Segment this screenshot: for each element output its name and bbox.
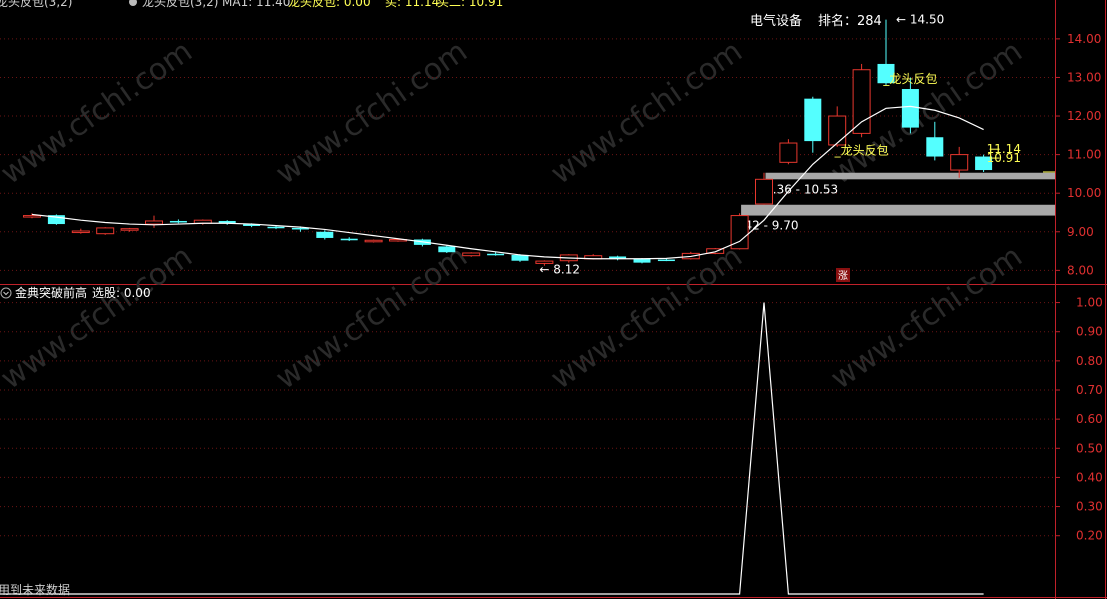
lower-panel-settings-icon[interactable] bbox=[0, 287, 12, 299]
high-price-annotation: ← 14.50 bbox=[896, 13, 944, 27]
price-tick-label: 14.00 bbox=[1067, 32, 1101, 46]
price-tick-label: 11.00 bbox=[1067, 148, 1101, 162]
signal-label: _龙头反包 bbox=[834, 144, 889, 158]
candle-body bbox=[96, 227, 115, 235]
lower-panel-title: 金典突破前高 bbox=[15, 285, 87, 300]
price-tick-label: 10.00 bbox=[1067, 186, 1101, 200]
signal-tick-label: 0.40 bbox=[1076, 470, 1103, 484]
price-tick-label: 8.00 bbox=[1067, 263, 1094, 277]
candle-body bbox=[23, 215, 41, 218]
header-signal-label: 龙头反包: 0.00 bbox=[288, 0, 371, 9]
candle-body bbox=[145, 220, 163, 225]
future-data-note: 用到未来数据 bbox=[0, 582, 70, 597]
support-band bbox=[741, 204, 1055, 216]
signal-tick-label: 1.00 bbox=[1076, 296, 1103, 310]
limit-up-badge-text: 涨 bbox=[838, 270, 848, 282]
header-indicator-name: 龙头反包(3,2) bbox=[142, 0, 218, 9]
watermark-text: www.cfchi.com bbox=[545, 34, 749, 192]
signal-label: _龙头反包 bbox=[882, 72, 937, 86]
candle-body bbox=[487, 253, 505, 256]
price-marker-label: 10.91 bbox=[987, 151, 1021, 165]
candle-body bbox=[438, 246, 456, 253]
signal-tick-label: 0.60 bbox=[1076, 412, 1103, 426]
signal-tick-label: 0.30 bbox=[1076, 500, 1103, 514]
header-sell-label: 买: 11.14 bbox=[385, 0, 439, 9]
header-indicator-title: 龙头反包(3,2) bbox=[0, 0, 72, 9]
header-buy-label: 买二: 10.91 bbox=[437, 0, 503, 9]
header-ma-label: MA1: 11.40 bbox=[222, 0, 290, 9]
lower-panel-select-label: 选股: 0.00 bbox=[92, 286, 151, 300]
candle-body bbox=[779, 142, 798, 163]
watermark-text: www.cfchi.com bbox=[0, 34, 199, 192]
candle-body bbox=[804, 98, 822, 142]
candle-body bbox=[950, 154, 969, 171]
candle-body bbox=[755, 178, 773, 205]
candle-body bbox=[364, 239, 383, 243]
signal-gridlines: 1.00 0.90 0.80 0.70 0.60 0.50 0.40 0.30 0.20 bbox=[0, 296, 1103, 543]
signal-tick-label: 0.20 bbox=[1076, 529, 1103, 543]
candle-body bbox=[828, 115, 847, 146]
signal-tick-label: 0.80 bbox=[1076, 354, 1103, 368]
candle-body bbox=[120, 228, 139, 231]
watermark-text: www.cfchi.com bbox=[270, 239, 474, 397]
support-bands: 10.36 - 10.539.42 - 9.70 bbox=[733, 171, 1055, 233]
candle-body bbox=[852, 69, 871, 134]
price-tick-label: 12.00 bbox=[1067, 109, 1101, 123]
candle-body bbox=[926, 137, 944, 157]
low-price-annotation: ← 8.12 bbox=[539, 263, 580, 277]
price-tick-label: 13.00 bbox=[1067, 70, 1101, 84]
support-band bbox=[765, 172, 1055, 180]
signal-tick-label: 0.70 bbox=[1076, 383, 1103, 397]
sector-name: 电气设备 bbox=[750, 13, 802, 29]
signal-tick-label: 0.90 bbox=[1076, 325, 1103, 339]
candle-body bbox=[267, 226, 285, 229]
candle-body bbox=[316, 231, 334, 238]
rank-label: 排名： bbox=[818, 13, 857, 29]
candle-body bbox=[657, 259, 675, 262]
price-tick-label: 9.00 bbox=[1067, 225, 1094, 239]
watermark-text: www.cfchi.com bbox=[270, 34, 474, 192]
chart-root: www.cfchi.com www.cfchi.com www.cfchi.com w… bbox=[0, 0, 1107, 599]
candle-body bbox=[462, 252, 481, 257]
watermark-text: www.cfchi.com bbox=[0, 239, 199, 397]
watermark-text: www.cfchi.com bbox=[825, 239, 1029, 397]
indicator-settings-icon[interactable] bbox=[129, 0, 137, 6]
chevron-down-icon bbox=[3, 291, 9, 296]
candle-body bbox=[71, 230, 90, 234]
rank-value: 284 bbox=[857, 14, 882, 29]
candle-body bbox=[169, 220, 187, 223]
candle-body bbox=[901, 89, 919, 128]
candle-body bbox=[340, 238, 358, 241]
signal-tick-label: 0.50 bbox=[1076, 441, 1103, 455]
